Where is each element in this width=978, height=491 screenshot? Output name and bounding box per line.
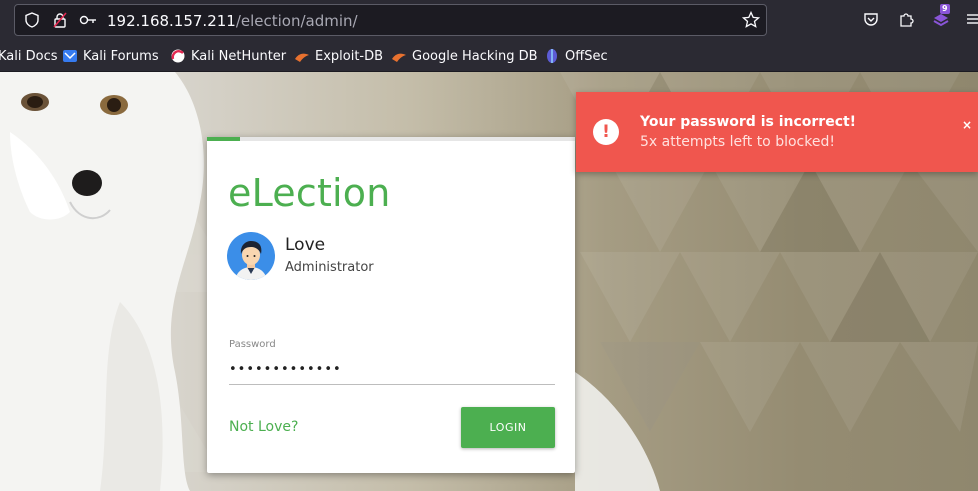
extension-badge: 9 — [940, 4, 950, 14]
bookmark-google-hacking-db[interactable]: Google Hacking DB — [391, 48, 538, 64]
avatar — [227, 232, 275, 280]
url-host: 192.168.157.211 — [107, 12, 236, 30]
brand-title: eLection — [228, 171, 391, 215]
address-bar[interactable]: 192.168.157.211/election/admin/ — [14, 4, 767, 36]
progress-track — [207, 137, 575, 141]
bookmark-kali-nethunter[interactable]: Kali NetHunter — [170, 48, 286, 64]
star-icon[interactable] — [740, 9, 762, 31]
nethunter-icon — [170, 48, 186, 64]
bookmark-label: Kali Forums — [83, 48, 159, 64]
bookmark-kali-docs[interactable]: Kali Docs — [0, 48, 58, 64]
bookmark-label: Kali Docs — [0, 48, 58, 64]
kali-forums-icon — [62, 48, 78, 64]
login-page: eLection Love Administrator Password Not… — [0, 72, 978, 491]
alert-icon: ! — [593, 119, 619, 145]
pocket-icon[interactable] — [860, 8, 882, 30]
url-text[interactable]: 192.168.157.211/election/admin/ — [107, 12, 358, 30]
bookmarks-bar: Kali Docs Kali Forums Kali NetHunter Exp… — [0, 40, 978, 72]
bookmark-label: OffSec — [565, 48, 608, 64]
user-avatar-icon — [227, 232, 275, 280]
exploitdb-icon — [294, 48, 310, 64]
bookmark-label: Exploit-DB — [315, 48, 384, 64]
offsec-icon — [544, 48, 560, 64]
toast-title: Your password is incorrect! — [640, 114, 857, 130]
password-field[interactable] — [229, 355, 555, 385]
key-icon[interactable] — [77, 9, 99, 31]
switch-user-link[interactable]: Not Love? — [229, 419, 298, 435]
browser-toolbar: 192.168.157.211/election/admin/ 9 — [0, 0, 978, 40]
bookmark-kali-forums[interactable]: Kali Forums — [62, 48, 159, 64]
ghdb-icon — [391, 48, 407, 64]
login-card: eLection Love Administrator Password Not… — [207, 137, 575, 473]
extensions-icon[interactable] — [895, 8, 917, 30]
bookmark-label: Kali NetHunter — [191, 48, 287, 64]
user-name: Love — [285, 235, 326, 255]
login-button[interactable]: LOGIN — [461, 407, 555, 448]
error-toast: ! Your password is incorrect! 5x attempt… — [576, 92, 978, 172]
menu-icon[interactable] — [962, 8, 978, 30]
password-label: Password — [229, 339, 276, 350]
shield-icon[interactable] — [21, 9, 43, 31]
close-icon[interactable]: × — [962, 118, 972, 132]
toast-message: 5x attempts left to blocked! — [640, 134, 835, 150]
lock-icon[interactable] — [49, 9, 71, 31]
bookmark-exploit-db[interactable]: Exploit-DB — [294, 48, 383, 64]
bookmark-offsec[interactable]: OffSec — [544, 48, 608, 64]
url-path: /election/admin/ — [235, 12, 358, 30]
bookmark-label: Google Hacking DB — [412, 48, 538, 64]
user-role: Administrator — [285, 260, 374, 275]
progress-bar — [207, 137, 241, 141]
